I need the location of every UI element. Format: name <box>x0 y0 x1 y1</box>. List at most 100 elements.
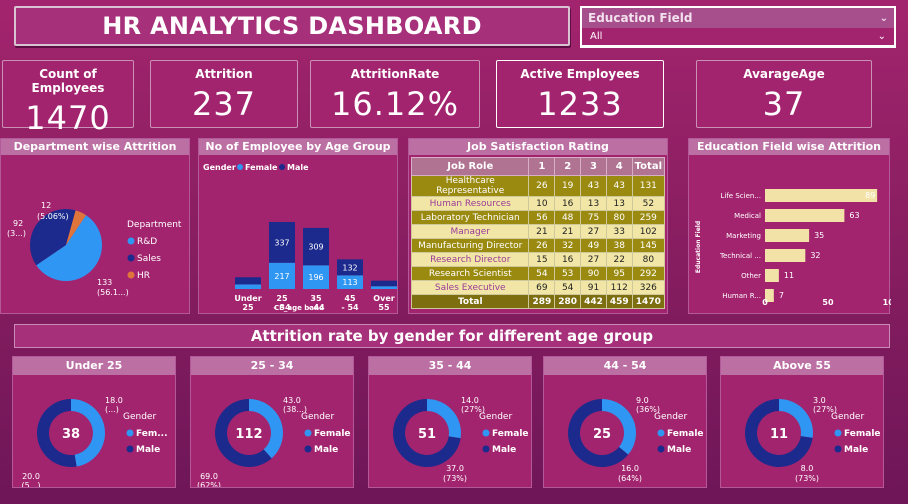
page-title: HR ANALYTICS DASHBOARD <box>14 6 570 46</box>
table-row[interactable]: Human Resources 10 16 13 13 52 <box>410 196 666 211</box>
cell-value: 43 <box>605 175 633 197</box>
x-tick-label: 50 <box>822 298 834 307</box>
panel-title: 44 - 54 <box>544 357 706 375</box>
gender-donut-chart[interactable]: 259.0(36%)16.0(64%)GenderFemaleMale <box>544 375 708 487</box>
kpi-value: 1233 <box>537 85 623 123</box>
pie-label-hr-pct: (5.06%) <box>37 212 69 221</box>
gender-donut-panel[interactable]: Above 55 11 3.0 (27%) 8.0 (73%) Gender Female Ma… <box>720 356 884 488</box>
donut-label-male: 37.0 <box>446 464 464 473</box>
bar[interactable] <box>765 209 845 222</box>
slicer-value: All <box>590 31 603 42</box>
bar-male[interactable] <box>235 277 261 285</box>
kpi-attrition[interactable]: Attrition 237 <box>150 60 298 128</box>
table-row[interactable]: Sales Executive 69 54 91 112 326 <box>410 280 666 295</box>
bar[interactable] <box>765 229 810 242</box>
x-tick-label: - 54 <box>341 303 359 312</box>
kpi-active-employees[interactable]: Active Employees 1233 <box>496 60 664 128</box>
table-row[interactable]: Laboratory Technician 56 48 75 80 259 <box>410 210 666 225</box>
education-attrition-panel[interactable]: Education Field wise Attrition Education… <box>688 138 900 314</box>
x-tick-label: 35 <box>310 294 322 303</box>
column-header[interactable]: 1 <box>528 157 556 176</box>
column-header[interactable]: 3 <box>580 157 607 176</box>
data-label: 7 <box>779 291 784 300</box>
legend-label-male: Male <box>492 445 516 455</box>
legend-dot-female <box>304 429 312 437</box>
slicer-dropdown[interactable]: All ⌄ <box>582 28 894 46</box>
donut-label-male: 69.0 <box>200 472 218 481</box>
cell-value: 131 <box>631 175 666 197</box>
table-row[interactable]: Research Scientist 54 53 90 95 292 <box>410 266 666 281</box>
legend-dot-male <box>126 445 134 453</box>
x-tick-label: 45 <box>344 294 356 303</box>
job-satisfaction-panel[interactable]: Job Satisfaction Rating Job Role 1 2 3 4… <box>408 138 668 314</box>
age-group-panel[interactable]: No of Employee by Age Group Gender Femal… <box>198 138 398 314</box>
cell-value: 33 <box>605 224 633 239</box>
cell-value: 90 <box>580 266 607 281</box>
bar[interactable] <box>765 189 878 202</box>
column-header[interactable]: Total <box>631 157 666 176</box>
legend-label-female: Female <box>245 163 278 172</box>
bar[interactable] <box>765 269 779 282</box>
department-pie-chart[interactable]: 12 (5.06%) 92 (3...) 133 (56.1...) Depar… <box>1 155 191 313</box>
column-header[interactable]: 4 <box>605 157 633 176</box>
bar-female[interactable] <box>235 284 261 289</box>
panel-title: Education Field wise Attrition <box>689 139 889 155</box>
job-satisfaction-table[interactable]: Job Role 1 2 3 4 Total Healthcare Repres… <box>410 157 666 309</box>
cell-value: 80 <box>631 252 666 267</box>
education-field-slicer[interactable]: Education Field ⌄ All ⌄ <box>580 6 896 48</box>
gender-donut-chart[interactable]: 113.0(27%)8.0(73%)GenderFemaleMale <box>721 375 885 487</box>
cell-value: 52 <box>631 196 666 211</box>
department-attrition-panel[interactable]: Department wise Attrition 12 (5.06%) 92 … <box>0 138 190 314</box>
legend-dot-male <box>657 445 665 453</box>
kpi-attrition-rate[interactable]: AttritionRate 16.12% <box>310 60 480 128</box>
legend-label-male: Male <box>287 163 309 172</box>
chevron-down-icon[interactable]: ⌄ <box>880 13 888 24</box>
donut-label-male-pct: (62%) <box>197 481 221 487</box>
cell-job-role: Healthcare Representative <box>410 175 530 197</box>
cell-value: 21 <box>554 224 582 239</box>
table-row[interactable]: Healthcare Representative 26 19 43 43 131 <box>410 175 666 197</box>
legend-label-female: Female <box>667 429 704 439</box>
legend-label-female: Female <box>314 429 351 439</box>
chevron-down-icon[interactable]: ⌄ <box>878 31 886 42</box>
column-header[interactable]: 2 <box>554 157 582 176</box>
kpi-value: 1470 <box>25 99 111 137</box>
gender-donut-chart[interactable]: 38 18.0(...) 20.0(5...) Gender Fem... Male <box>13 375 177 490</box>
table-row[interactable]: Research Director 15 16 27 22 80 <box>410 252 666 267</box>
gender-donut-panel[interactable]: 44 - 54 25 9.0 (36%) 16.0 (64%) Gender Female Ma… <box>543 356 707 488</box>
pie-label-hr: 12 <box>41 201 51 210</box>
pie-label-rd-pct: (56.1...) <box>97 288 129 297</box>
legend-label-sales: Sales <box>137 254 161 264</box>
cell-value: 38 <box>605 238 633 253</box>
gender-donut-panel[interactable]: 35 - 44 51 14.0 (27%) 37.0 (73%) Gender Female M… <box>368 356 532 488</box>
kpi-count-of-employees[interactable]: Count of Employees 1470 <box>2 60 134 137</box>
table-row[interactable]: Manufacturing Director 26 32 49 38 145 <box>410 238 666 253</box>
cell-value: 53 <box>554 266 582 281</box>
x-tick-label: Under <box>234 294 261 303</box>
kpi-label: AvarageAge <box>743 67 825 81</box>
y-tick-label: Technical ... <box>719 252 761 260</box>
kpi-average-age[interactable]: AvarageAge 37 <box>696 60 872 128</box>
cell-value: 292 <box>631 266 666 281</box>
column-header[interactable]: Job Role <box>410 157 530 176</box>
cell-value: 26 <box>528 238 556 253</box>
data-label: 35 <box>814 231 824 240</box>
education-bar-chart[interactable]: Education Field Life Scien... 89 Medical 63… <box>689 155 900 313</box>
cell-value: 27 <box>580 224 607 239</box>
gender-donut-panel[interactable]: 25 - 34 112 43.0 (38...) 69.0 (62%) Gender Fema… <box>190 356 355 490</box>
cell-value: 54 <box>528 266 556 281</box>
legend-label-male: Male <box>844 445 868 455</box>
gender-donut-panel[interactable]: Under 25 38 18.0 (...) 20.0 (5...) Gender Fem..… <box>12 356 177 490</box>
legend-title: Gender <box>479 412 512 422</box>
bar-male[interactable] <box>371 280 397 287</box>
cell-value: 43 <box>580 175 607 197</box>
cell-job-role: Laboratory Technician <box>410 210 530 225</box>
gender-donut-chart[interactable]: 11243.0(38...)69.0(62%)GenderFemaleMale <box>191 375 355 490</box>
bar[interactable] <box>765 249 806 262</box>
panel-title: Above 55 <box>721 357 883 375</box>
bar-female[interactable] <box>371 286 397 289</box>
gender-donut-chart[interactable]: 5114.0(27%)37.0(73%)GenderFemaleMale <box>369 375 533 487</box>
slicer-label: Education Field <box>588 11 693 25</box>
age-group-bar-chart[interactable]: Gender Female Male Under2521733725- 3419… <box>199 155 399 313</box>
table-row[interactable]: Manager 21 21 27 33 102 <box>410 224 666 239</box>
